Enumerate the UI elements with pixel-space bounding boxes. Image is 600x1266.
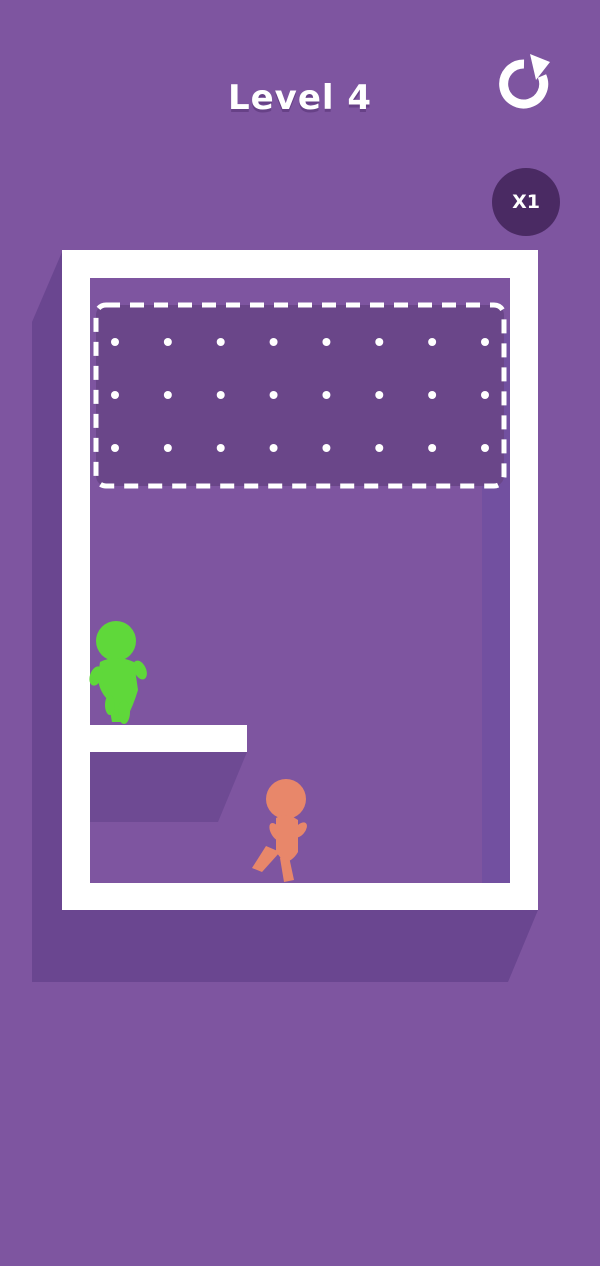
multiplier-badge[interactable]: X1 (492, 168, 560, 236)
peg-dot (111, 338, 119, 346)
peg-dot (428, 391, 437, 399)
peg-dot (481, 338, 489, 346)
peg-dot (111, 444, 119, 452)
green-character[interactable] (87, 621, 150, 724)
peg-dot (163, 391, 172, 399)
peg-dot (375, 391, 384, 399)
peg-dot (375, 444, 384, 452)
peg-dot (428, 338, 437, 346)
peg-dot (375, 338, 384, 346)
restart-icon (499, 54, 550, 109)
peg-dot (269, 391, 278, 399)
drop-zone[interactable] (93, 302, 507, 489)
peg-dot (322, 391, 331, 399)
peg-dot (111, 391, 119, 399)
peg-dot (163, 444, 172, 452)
peg-dot (216, 338, 225, 346)
restart-button[interactable] (494, 52, 554, 114)
peg-dot (428, 444, 437, 452)
peg-dot (481, 444, 489, 452)
orange-character[interactable] (252, 779, 310, 882)
ledge-shadow (89, 752, 247, 822)
peg-dot (163, 338, 172, 346)
peg-dot (322, 338, 331, 346)
peg-dot (269, 444, 278, 452)
peg-dot (322, 444, 331, 452)
peg-dot (216, 391, 225, 399)
peg-dot (481, 391, 489, 399)
peg-dot (269, 338, 278, 346)
peg-dot (216, 444, 225, 452)
ledge-platform (89, 725, 247, 752)
